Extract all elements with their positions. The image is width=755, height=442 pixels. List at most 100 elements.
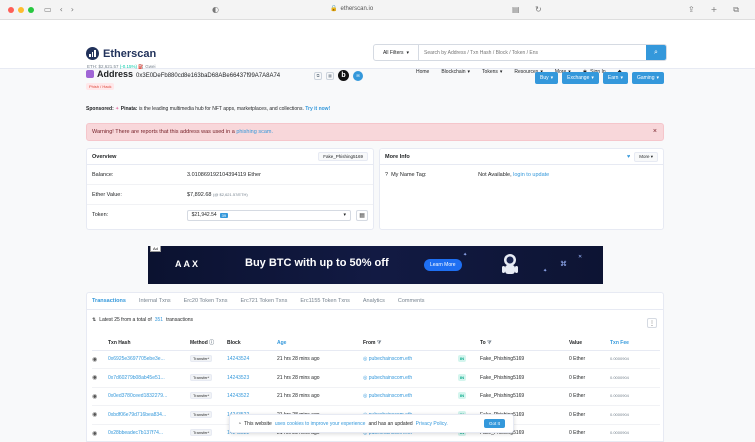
learn-more-button[interactable]: Learn More [424, 259, 462, 271]
sort-icon: ⇅ [92, 317, 97, 323]
privacy-policy-link[interactable]: Privacy Policy. [416, 421, 448, 427]
earn-button[interactable]: Earn ▾ [602, 72, 628, 84]
tab-transactions[interactable]: Transactions [92, 293, 126, 310]
reload-icon[interactable]: ↻ [535, 5, 542, 14]
table-row: ◉ 0x7d60279b08ab45e51... Transfer* 14243523… [92, 368, 660, 388]
search-input[interactable] [419, 45, 646, 60]
tab-internal-txns[interactable]: Internal Txns [139, 293, 171, 310]
txn-hash-link[interactable]: 0xbdf06e79d716bea834... [108, 412, 166, 418]
row-preview[interactable]: ◉ [92, 424, 108, 442]
heart-icon[interactable]: ♥ [627, 154, 630, 160]
back-icon[interactable]: ‹ [60, 5, 63, 14]
chevron-down-icon: ▾ [406, 49, 410, 56]
search-filter-label: All Filters [382, 49, 404, 56]
sponsored-cta-link[interactable]: Try it now! [305, 106, 330, 112]
from-link[interactable]: pubechainscom.eth [369, 393, 412, 399]
ether-value: $7,892.68 [187, 191, 212, 198]
row-preview[interactable]: ◉ [92, 405, 108, 425]
tab-erc20-token-txns[interactable]: Erc20 Token Txns [184, 293, 228, 310]
gaming-button[interactable]: Gaming ▾ [631, 72, 664, 84]
eye-icon[interactable]: ◉ [92, 356, 97, 363]
filter-icon[interactable]: ⧩ [487, 340, 491, 346]
direction-badge: IN [458, 392, 466, 400]
tabs-icon[interactable]: ⧉ [733, 5, 739, 15]
info-icon[interactable]: ⓘ [209, 340, 214, 346]
star-icon: ✦ [543, 268, 548, 274]
filter-icon[interactable]: ⧩ [377, 340, 381, 346]
minimize-window-button[interactable] [18, 6, 24, 13]
row-preview[interactable]: ◉ [92, 368, 108, 388]
eye-icon[interactable]: ◉ [92, 411, 97, 418]
direction-cell: IN [458, 387, 480, 406]
token-grid-icon[interactable]: ▦ [356, 209, 369, 221]
eye-icon[interactable]: ◉ [92, 374, 97, 381]
sponsored-brand[interactable]: Pinata [121, 106, 136, 112]
maximize-window-button[interactable] [28, 6, 34, 13]
method-badge: Transfer* [190, 392, 213, 400]
overview-card: Overview Fake_Phishing5169 Balance: 3.01… [86, 148, 374, 230]
more-options-icon[interactable]: ⋮ [647, 318, 657, 328]
reader-icon[interactable]: ▤ [512, 5, 520, 14]
col-age[interactable]: Age [277, 336, 363, 351]
close-icon[interactable]: × [653, 128, 657, 135]
sidebar-icon[interactable]: ▭ [44, 5, 52, 14]
from-link[interactable]: pubechainscom.eth [369, 375, 412, 381]
txn-hash-link[interactable]: 0x0ed3780ceed1832279... [108, 393, 167, 399]
browser-toolbar: ▭ ‹ › ◐ 🔒 etherscan.io ▤ ↻ ⇪ + ⧉ [0, 0, 755, 20]
chat-icon[interactable]: ✉ [353, 70, 363, 81]
address-actions: ⧉ ▦ b ✉ [314, 70, 363, 81]
close-window-button[interactable] [8, 6, 14, 13]
more-info-card: More Info ♥ More ▾ ? My Name Tag: Not Av… [379, 148, 664, 230]
address-title-row: Address 0x3E0DeFb880cd8e163baD68ABe66437… [86, 69, 664, 94]
eye-icon[interactable]: ◉ [92, 393, 97, 400]
txn-hash-link[interactable]: 0x7d60279b08ab45e51... [108, 375, 165, 381]
txn-hash-link[interactable]: 0x6925e3697705ebe3e... [108, 356, 165, 362]
block-link[interactable]: 14243524 [227, 356, 249, 362]
cookie-policy-link[interactable]: uses cookies to improve your experience [275, 421, 366, 427]
address-tabs: Transactions Internal Txns Erc20 Token T… [86, 292, 664, 310]
block-link[interactable]: 14243523 [227, 375, 249, 381]
gaming-button-label: Gaming [636, 75, 655, 81]
txn-hash-link[interactable]: 0x28bbeadec7b137f74... [108, 430, 163, 436]
share-icon[interactable]: ⇪ [688, 5, 695, 15]
col-to-label: To [480, 339, 486, 346]
block-link[interactable]: 14243522 [227, 393, 249, 399]
row-preview[interactable]: ◉ [92, 387, 108, 406]
copy-icon[interactable]: ⧉ [314, 71, 322, 80]
blockscan-icon[interactable]: b [338, 70, 349, 81]
got-it-button[interactable]: Got It [483, 419, 505, 428]
token-holdings-dropdown[interactable]: $21,942.54 39 ▾ [186, 209, 352, 221]
phish-hack-tag[interactable]: Phish / Hack [86, 83, 115, 90]
tx-total-link[interactable]: 351 [155, 317, 163, 323]
ad-banner[interactable]: Ad AAX Buy BTC with up to 50% off Learn … [148, 246, 603, 284]
exchange-button[interactable]: Exchange ▾ [562, 72, 599, 84]
help-icon: ? [385, 172, 389, 178]
tab-comments[interactable]: Comments [398, 293, 425, 310]
tab-erc1155-token-txns[interactable]: Erc1155 Token Txns [300, 293, 350, 310]
search-filter-select[interactable]: All Filters ▾ [374, 45, 419, 60]
address-avatar [86, 70, 94, 78]
eye-icon[interactable]: ◉ [92, 430, 97, 437]
qr-code-icon[interactable]: ▦ [326, 71, 334, 80]
direction-cell: IN [458, 368, 480, 388]
shield-icon[interactable]: ◐ [212, 5, 219, 14]
new-tab-icon[interactable]: + [711, 5, 718, 15]
more-dropdown[interactable]: More ▾ [634, 151, 658, 162]
forward-icon[interactable]: › [71, 5, 74, 14]
login-to-update-link[interactable]: login to update [513, 172, 549, 178]
buy-button[interactable]: Buy ▾ [534, 72, 559, 84]
tab-erc721-token-txns[interactable]: Erc721 Token Txns [240, 293, 287, 310]
txn-hash-cell: 0x0ed3780ceed1832279... [108, 387, 190, 406]
phishing-scam-link[interactable]: phishing scam. [236, 129, 273, 135]
etherscan-logo[interactable]: Etherscan [86, 47, 156, 60]
col-txn-fee[interactable]: Txn Fee [610, 336, 660, 351]
more-info-header: More Info ♥ More ▾ [380, 149, 663, 165]
fee-cell: 0.0000904 [610, 368, 660, 388]
from-link[interactable]: pubechainscom.eth [369, 356, 412, 362]
row-preview[interactable]: ◉ [92, 350, 108, 369]
search-button[interactable]: ⌕ [646, 45, 666, 60]
method-badge: Transfer* [190, 355, 213, 363]
col-txn-hash: Txn Hash [108, 336, 190, 351]
address-bar[interactable]: 🔒 etherscan.io [330, 5, 373, 13]
tab-analytics[interactable]: Analytics [363, 293, 385, 310]
